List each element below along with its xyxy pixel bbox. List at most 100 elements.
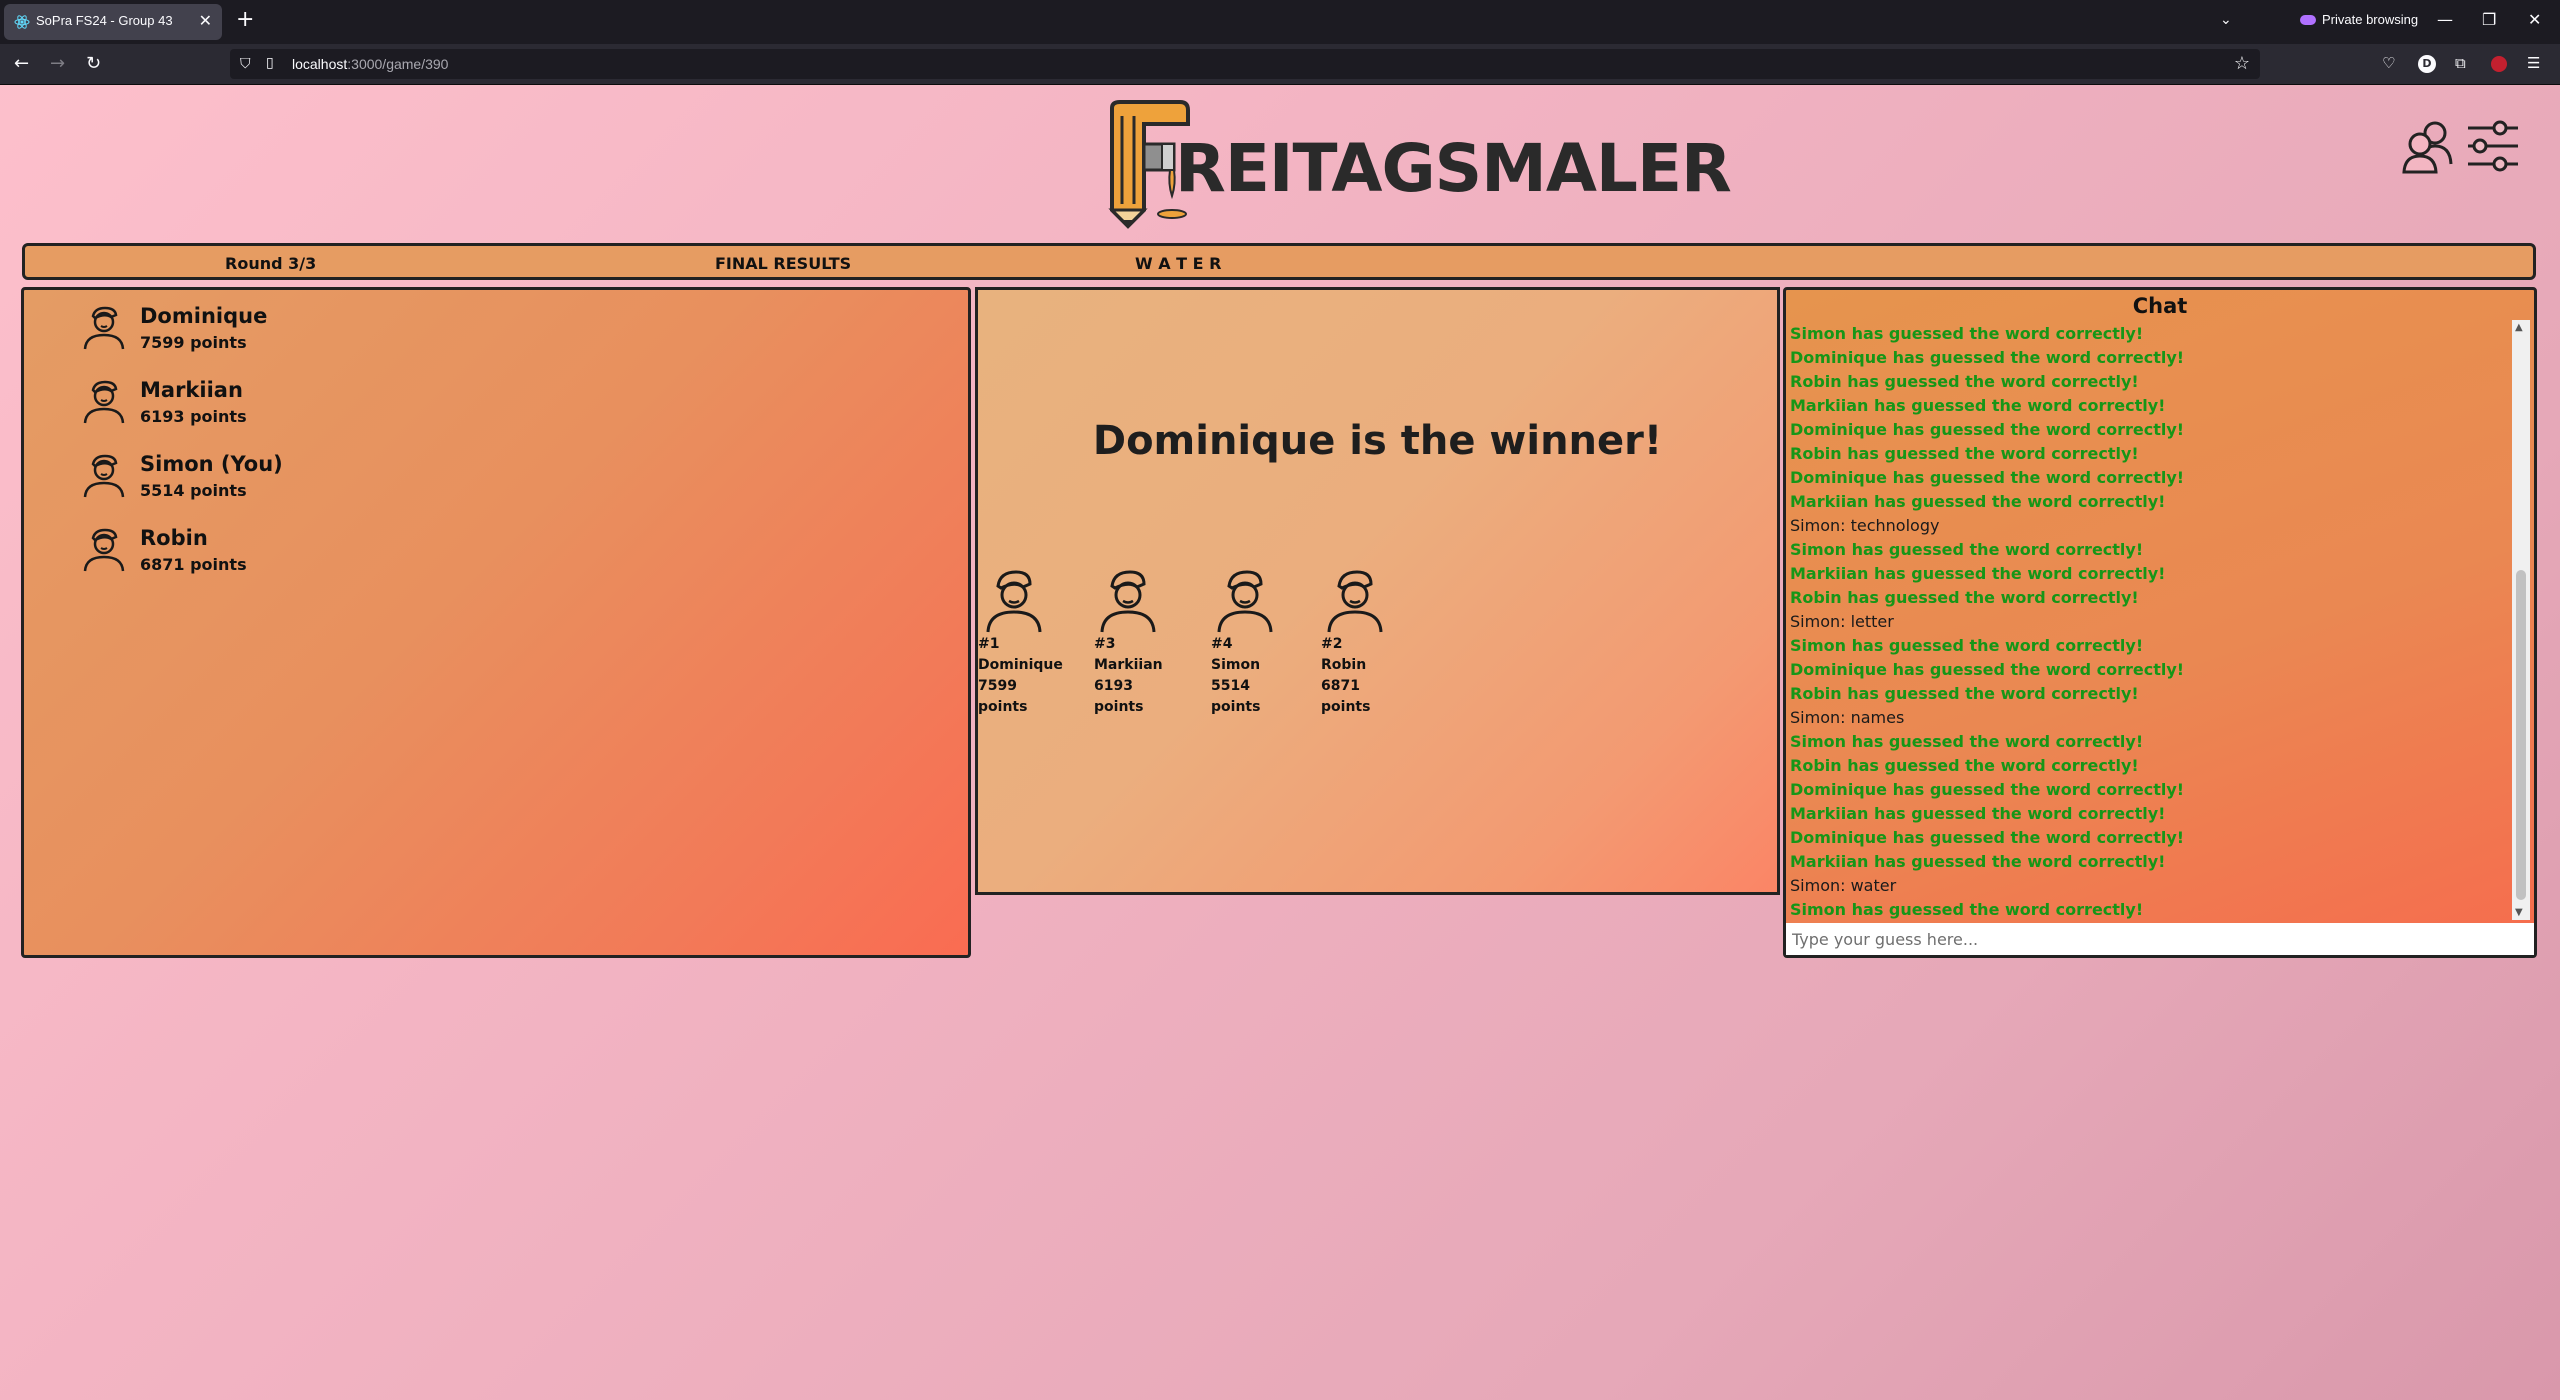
painter-avatar-icon (1327, 570, 1383, 633)
pocket-icon[interactable]: ♡ (2382, 54, 2395, 72)
chat-panel: Chat Simon has guessed the word correctl… (1783, 287, 2537, 958)
chat-message: Dominique has guessed the word correctly… (1790, 348, 2185, 367)
chat-message: Simon: technology (1790, 516, 1940, 535)
winner-announcement: Dominique is the winner! (1092, 418, 1663, 464)
tab-close-icon[interactable]: ✕ (199, 11, 212, 30)
account-icon[interactable]: D (2418, 55, 2436, 73)
private-browsing-indicator: Private browsing (2300, 12, 2418, 27)
chat-message: Dominique has guessed the word correctly… (1790, 660, 2185, 679)
tab-title: SoPra FS24 - Group 43 (36, 13, 173, 28)
private-mask-icon (2300, 14, 2316, 25)
browser-tab[interactable]: SoPra FS24 - Group 43 ✕ (4, 4, 222, 40)
player-points: 7599 points (140, 333, 247, 352)
chat-message: Dominique has guessed the word correctly… (1790, 828, 2185, 847)
logo-text: REITAGSMALER (1175, 130, 1732, 207)
podium-unit: points (978, 699, 1028, 715)
podium-score: 7599 (978, 678, 1017, 694)
forward-arrow-icon[interactable]: → (50, 53, 65, 74)
chat-message: Simon: names (1790, 708, 1905, 727)
tracking-shield-icon[interactable]: ⛉ (240, 56, 251, 72)
painter-avatar-icon (83, 454, 125, 498)
url-bar[interactable]: ⛉ ▯ localhost:3000/game/390 ☆ (230, 49, 2260, 79)
podium-unit: points (1211, 699, 1261, 715)
chat-scrollbar-thumb[interactable] (2516, 570, 2526, 900)
chat-message: Markiian has guessed the word correctly! (1790, 564, 2166, 583)
podium-name: Markiian (1094, 657, 1163, 673)
users-icon[interactable] (2402, 120, 2454, 174)
chat-message: Dominique has guessed the word correctly… (1790, 468, 2185, 487)
podium-score: 6871 (1321, 678, 1360, 694)
page-info-icon[interactable]: ▯ (266, 55, 274, 71)
painter-avatar-icon (1217, 570, 1273, 633)
chat-message: Simon has guessed the word correctly! (1790, 900, 2144, 919)
chat-guess-input[interactable] (1786, 923, 2534, 955)
tab-list-chevron-icon[interactable]: ⌄ (2220, 12, 2232, 28)
chat-message: Simon has guessed the word correctly! (1790, 324, 2144, 343)
word-display: W A T E R (1135, 254, 1222, 273)
back-arrow-icon[interactable]: ← (14, 53, 29, 74)
players-panel: Dominique 7599 points Markiian 6193 poin… (21, 287, 971, 958)
podium-entry: #3 Markiian 6193 points (1094, 568, 1174, 718)
player-name: Markiian (140, 378, 243, 402)
chat-message: Markiian has guessed the word correctly! (1790, 396, 2166, 415)
chat-message: Simon has guessed the word correctly! (1790, 732, 2144, 751)
chat-message: Dominique has guessed the word correctly… (1790, 780, 2185, 799)
podium-entry: #2 Robin 6871 points (1321, 568, 1401, 718)
painter-avatar-icon (83, 306, 125, 350)
round-indicator: Round 3/3 (225, 254, 317, 273)
new-tab-button[interactable]: + (236, 7, 254, 32)
final-results-panel: Dominique is the winner! #1 Dominique 75… (975, 287, 1780, 895)
player-name: Dominique (140, 304, 268, 328)
chat-message: Robin has guessed the word correctly! (1790, 372, 2139, 391)
podium-score: 6193 (1094, 678, 1133, 694)
chat-scrollbar[interactable]: ▲ ▼ (2512, 320, 2530, 920)
phase-label: FINAL RESULTS (715, 254, 852, 273)
url-text[interactable]: localhost:3000/game/390 (292, 56, 448, 72)
close-window-button[interactable]: ✕ (2528, 10, 2541, 29)
podium-rank: #4 (1211, 636, 1233, 652)
bookmark-star-icon[interactable]: ☆ (2234, 53, 2250, 74)
chat-message: Markiian has guessed the word correctly! (1790, 492, 2166, 511)
podium-rank: #1 (978, 636, 1000, 652)
url-host: localhost (292, 56, 348, 72)
scroll-up-arrow-icon[interactable]: ▲ (2515, 322, 2523, 333)
podium-entry: #4 Simon 5514 points (1211, 568, 1291, 718)
chat-message-list[interactable]: Simon has guessed the word correctly! Dom… (1790, 322, 2510, 922)
podium-rank: #2 (1321, 636, 1343, 652)
podium-unit: points (1094, 699, 1144, 715)
reload-icon[interactable]: ↻ (86, 53, 101, 74)
podium-rank: #3 (1094, 636, 1116, 652)
game-info-bar: Round 3/3 FINAL RESULTS W A T E R (22, 243, 2536, 280)
painter-avatar-icon (986, 570, 1042, 633)
chat-title: Chat (2132, 294, 2188, 318)
podium-name: Robin (1321, 657, 1367, 673)
podium-name: Dominique (978, 657, 1063, 673)
player-name: Simon (You) (140, 452, 283, 476)
podium-unit: points (1321, 699, 1371, 715)
browser-tab-bar: SoPra FS24 - Group 43 ✕ + ⌄ Private brow… (0, 0, 2560, 44)
player-points: 5514 points (140, 481, 247, 500)
player-name: Robin (140, 526, 208, 550)
player-points: 6193 points (140, 407, 247, 426)
restore-button[interactable]: ❐ (2482, 10, 2496, 29)
browser-nav-bar: ← → ↻ ⛉ ▯ localhost:3000/game/390 ☆ ♡ D … (0, 44, 2560, 85)
url-path: :3000/game/390 (347, 56, 449, 72)
minimize-button[interactable]: — (2437, 10, 2453, 29)
scroll-down-arrow-icon[interactable]: ▼ (2515, 907, 2523, 918)
chat-message: Robin has guessed the word correctly! (1790, 588, 2139, 607)
painter-avatar-icon (83, 528, 125, 572)
settings-sliders-icon[interactable] (2466, 120, 2520, 172)
painter-avatar-icon (83, 380, 125, 424)
chat-message: Markiian has guessed the word correctly! (1790, 852, 2166, 871)
ublock-icon[interactable] (2491, 56, 2507, 72)
extensions-icon[interactable]: ⧉ (2455, 54, 2466, 72)
chat-message: Simon: water (1790, 876, 1897, 895)
chat-message: Robin has guessed the word correctly! (1790, 444, 2139, 463)
chat-message: Simon: letter (1790, 612, 1894, 631)
chat-message: Robin has guessed the word correctly! (1790, 756, 2139, 775)
menu-icon[interactable]: ☰ (2527, 54, 2540, 72)
podium-name: Simon (1211, 657, 1261, 673)
chat-message: Markiian has guessed the word correctly! (1790, 804, 2166, 823)
podium-entry: #1 Dominique 7599 points (978, 568, 1063, 718)
react-favicon-icon (14, 15, 30, 29)
